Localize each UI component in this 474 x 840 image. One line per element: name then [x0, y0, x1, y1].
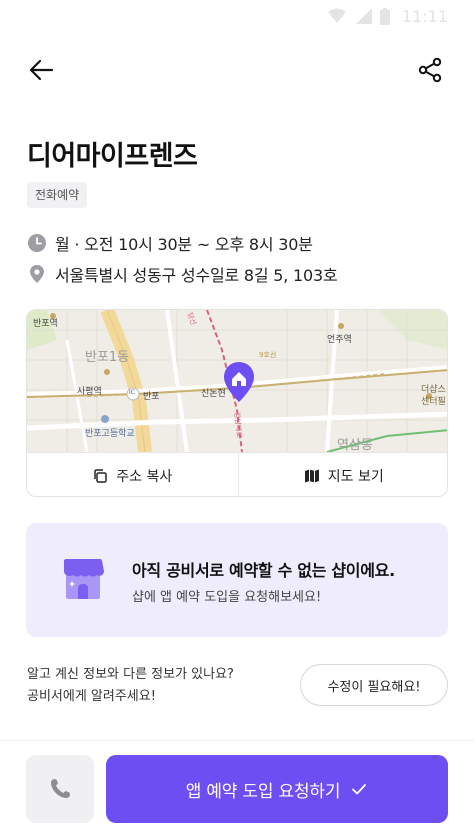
- address-text: 서울특별시 성동구 성수일로 8길 5, 103호: [55, 266, 338, 285]
- view-map-label: 지도 보기: [327, 468, 384, 485]
- shop-address: 서울특별시 성동구 성수일로 8길 5, 103호: [27, 261, 338, 287]
- map-label-ic: IC: [129, 389, 135, 396]
- report-line-1: 알고 계신 정보와 다른 정보가 있나요?: [27, 667, 234, 682]
- wifi-icon: [328, 8, 346, 23]
- view-map-button[interactable]: 지도 보기: [237, 453, 448, 496]
- map-label-sinnonhyeon: 신논현: [201, 389, 226, 399]
- cta-label: 앱 예약 도입 요청하기: [185, 781, 341, 802]
- map-label-center: 더샵스 센터필: [421, 385, 446, 407]
- map-label-school: 반포고등학교: [85, 429, 135, 439]
- map-actions: 주소 복사 지도 보기: [27, 452, 448, 496]
- map-label-eonju: 언주역: [327, 335, 352, 345]
- notice-subtitle: 샵에 앱 예약 도입을 요청해보세요!: [132, 590, 322, 605]
- map-icon: [304, 469, 319, 482]
- notice-title: 아직 공비서로 예약할 수 없는 샵이에요.: [132, 561, 395, 580]
- signal-icon: [356, 8, 372, 24]
- status-time: 11:11: [401, 7, 448, 26]
- map-card: 반포역 반포1동 사평역 IC 반포 반포고등학교 신논현 언주역 9호선 당산…: [26, 309, 448, 497]
- request-app-booking-button[interactable]: 앱 예약 도입 요청하기: [106, 755, 448, 823]
- storefront-icon: [64, 559, 104, 599]
- location-pin-icon: [30, 265, 44, 283]
- check-icon: [352, 784, 367, 795]
- report-line-2: 공비서에게 알려주세요!: [27, 689, 156, 704]
- shop-name: 디어마이프렌즈: [27, 141, 198, 172]
- call-button[interactable]: [26, 755, 94, 823]
- phone-icon: [51, 779, 70, 798]
- top-bar: [0, 48, 474, 92]
- booking-unavailable-notice: 아직 공비서로 예약할 수 없는 샵이에요. 샵에 앱 예약 도입을 요청해보세…: [26, 523, 448, 637]
- map-label-gangnam: 강남대로: [232, 411, 243, 439]
- map-label-banpo1dong: 반포1동: [85, 350, 130, 365]
- status-bar: 11:11: [0, 0, 474, 34]
- map-label-line9: 9호선: [259, 351, 277, 359]
- back-button[interactable]: [24, 52, 60, 88]
- map-label-yeoksam: 역삼동: [337, 438, 373, 453]
- copy-icon: [94, 468, 107, 483]
- reservation-type-badge: 전화예약: [27, 182, 88, 208]
- battery-icon: [380, 8, 390, 25]
- report-info-text: 알고 계신 정보와 다른 정보가 있나요? 공비서에게 알려주세요!: [27, 664, 234, 708]
- hours-text: 월 · 오전 10시 30분 ~ 오후 8시 30분: [55, 235, 313, 254]
- share-button[interactable]: [412, 52, 448, 88]
- map-label-sapyeong: 사평역: [77, 387, 102, 397]
- bottom-divider: [0, 740, 474, 741]
- arrow-left-icon: [29, 59, 54, 81]
- clock-icon: [28, 234, 46, 252]
- request-correction-button[interactable]: 수정이 필요해요!: [300, 664, 448, 706]
- map-view[interactable]: 반포역 반포1동 사평역 IC 반포 반포고등학교 신논현 언주역 9호선 당산…: [27, 310, 447, 453]
- map-label-banpo-station: 반포역: [33, 319, 58, 329]
- copy-address-label: 주소 복사: [116, 468, 173, 485]
- share-icon: [418, 57, 442, 83]
- copy-address-button[interactable]: 주소 복사: [27, 453, 238, 496]
- map-label-banpo-ic: 반포: [143, 392, 160, 402]
- business-hours: 월 · 오전 10시 30분 ~ 오후 8시 30분: [27, 230, 313, 256]
